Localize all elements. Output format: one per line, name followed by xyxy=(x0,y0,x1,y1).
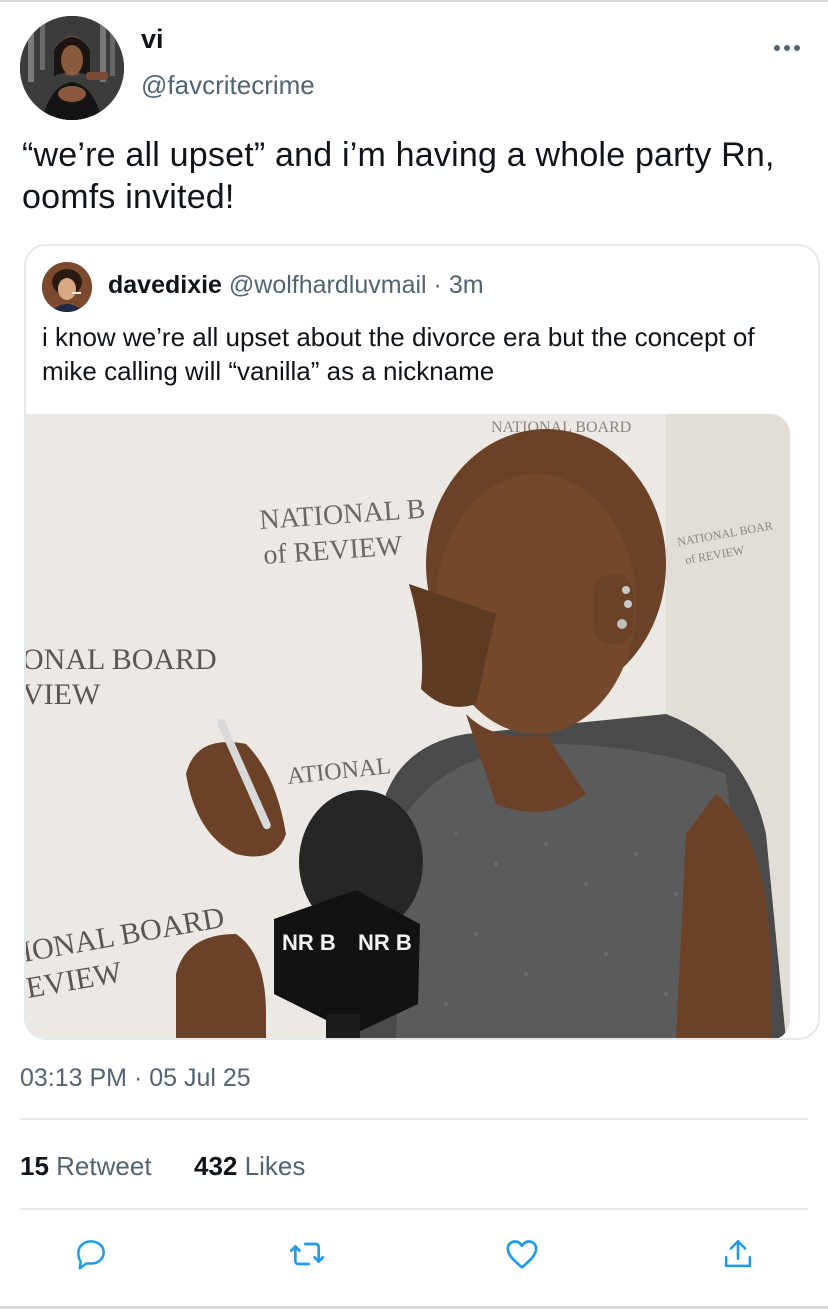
quoted-tweet-meta: davedixie @wolfhardluvmail · 3m xyxy=(108,271,484,300)
quoted-tweet-text: i know we’re all upset about the divorce… xyxy=(42,322,755,386)
tweet-timestamp[interactable]: 03:13 PM · 05 Jul 25 xyxy=(20,1064,251,1093)
action-bar xyxy=(0,1232,828,1284)
heart-icon xyxy=(506,1240,538,1269)
retweet-count[interactable]: 15 xyxy=(20,1151,49,1181)
mic-flag-text: NR B xyxy=(358,930,412,955)
likes-label[interactable]: Likes xyxy=(245,1151,306,1181)
quoted-display-name[interactable]: davedixie xyxy=(108,271,222,299)
retweet-button[interactable] xyxy=(285,1232,329,1276)
divider xyxy=(20,1208,808,1210)
likes-count[interactable]: 432 xyxy=(194,1151,237,1181)
backdrop-text: ONAL BOARD xyxy=(26,643,217,676)
meta-separator: · xyxy=(433,271,442,299)
like-button[interactable] xyxy=(500,1232,544,1276)
quoted-author-avatar[interactable] xyxy=(42,262,92,312)
quoted-time[interactable]: 3m xyxy=(449,271,484,299)
engagement-stats: 15 Retweet 432 Likes xyxy=(20,1151,305,1182)
retweet-label[interactable]: Retweet xyxy=(56,1151,151,1181)
more-icon[interactable] xyxy=(772,40,802,56)
share-button[interactable] xyxy=(716,1232,760,1276)
mic-flag-text: NR B xyxy=(282,930,336,955)
quoted-media-image[interactable]: NATIONAL BOARD NATIONAL B of REVIEW ONAL… xyxy=(26,414,790,1038)
divider xyxy=(20,1118,808,1120)
backdrop-text: VIEW xyxy=(26,678,101,711)
share-icon xyxy=(724,1240,752,1268)
reply-icon xyxy=(77,1240,105,1270)
quoted-handle[interactable]: @wolfhardluvmail xyxy=(229,271,427,299)
author-display-name[interactable]: vi xyxy=(141,24,164,55)
author-handle[interactable]: @favcritecrime xyxy=(141,70,315,101)
quoted-tweet[interactable]: davedixie @wolfhardluvmail · 3m i know w… xyxy=(24,244,820,1040)
author-avatar[interactable] xyxy=(20,16,124,120)
tweet-text: “we’re all upset” and i’m having a whole… xyxy=(22,136,775,216)
reply-button[interactable] xyxy=(69,1232,113,1276)
top-border xyxy=(0,0,828,2)
retweet-icon xyxy=(289,1242,325,1266)
